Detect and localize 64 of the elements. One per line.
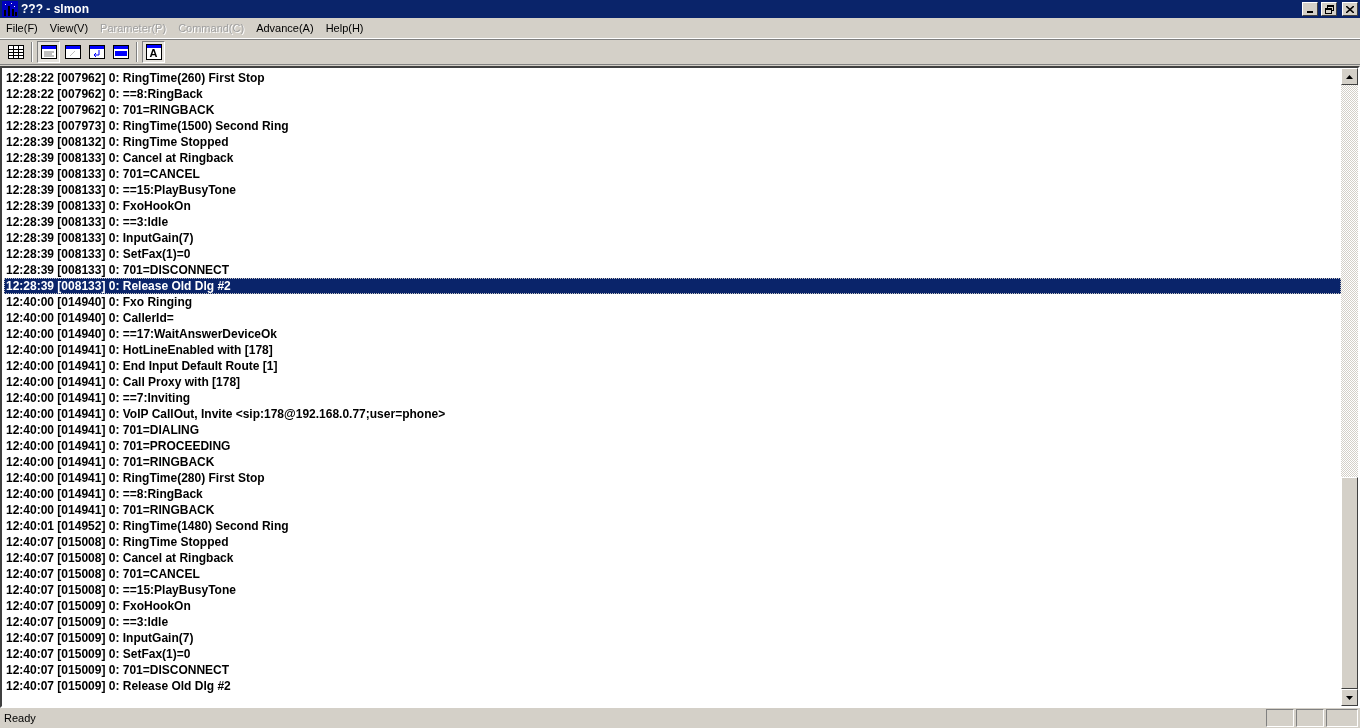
log-line[interactable]: 12:40:00 [014940] 0: Fxo Ringing bbox=[4, 294, 1341, 310]
log-line[interactable]: 12:28:39 [008133] 0: 701=DISCONNECT bbox=[4, 262, 1341, 278]
log-line[interactable]: 12:40:00 [014940] 0: CallerId= bbox=[4, 310, 1341, 326]
log-line[interactable]: 12:40:01 [014952] 0: RingTime(1480) Second Ring bbox=[4, 518, 1341, 534]
window-icon bbox=[64, 45, 81, 59]
log-line[interactable]: 12:28:39 [008133] 0: InputGain(7) bbox=[4, 230, 1341, 246]
log-line[interactable]: 12:40:07 [015009] 0: ==3:Idle bbox=[4, 614, 1341, 630]
log-line[interactable]: 12:40:07 [015009] 0: Release Old Dlg #2 bbox=[4, 678, 1341, 694]
log-line[interactable]: 12:40:07 [015009] 0: SetFax(1)=0 bbox=[4, 646, 1341, 662]
log-line[interactable]: 12:40:00 [014941] 0: HotLineEnabled with [178] bbox=[4, 342, 1341, 358]
log-line[interactable]: 12:28:22 [007962] 0: RingTime(260) First Stop bbox=[4, 70, 1341, 86]
log-line[interactable]: 12:40:07 [015008] 0: RingTime Stopped bbox=[4, 534, 1341, 550]
log-line[interactable]: 12:28:39 [008133] 0: SetFax(1)=0 bbox=[4, 246, 1341, 262]
log-line[interactable]: 12:40:07 [015008] 0: 701=CANCEL bbox=[4, 566, 1341, 582]
log-line[interactable]: 12:40:00 [014941] 0: Call Proxy with [178] bbox=[4, 374, 1341, 390]
status-pane bbox=[1296, 709, 1324, 727]
restore-icon bbox=[1324, 4, 1334, 14]
log-line[interactable]: 12:28:39 [008133] 0: ==3:Idle bbox=[4, 214, 1341, 230]
log-line[interactable]: 12:40:07 [015009] 0: 701=DISCONNECT bbox=[4, 662, 1341, 678]
log-line[interactable]: 12:40:07 [015008] 0: ==15:PlayBusyTone bbox=[4, 582, 1341, 598]
log-line[interactable]: 12:40:00 [014941] 0: 701=RINGBACK bbox=[4, 502, 1341, 518]
app-icon bbox=[2, 1, 18, 17]
log-line[interactable]: 12:28:23 [007973] 0: RingTime(1500) Second Ring bbox=[4, 118, 1341, 134]
log-line[interactable]: 12:28:39 [008133] 0: FxoHookOn bbox=[4, 198, 1341, 214]
log-line[interactable]: 12:40:00 [014941] 0: 701=DIALING bbox=[4, 422, 1341, 438]
close-icon bbox=[1346, 5, 1354, 13]
scrollbar[interactable] bbox=[1341, 68, 1358, 706]
scroll-down-button[interactable] bbox=[1341, 689, 1358, 706]
toolbar-button[interactable] bbox=[37, 41, 60, 63]
restore-button[interactable] bbox=[1321, 2, 1337, 16]
down-arrow-icon bbox=[1346, 695, 1353, 700]
log-line[interactable]: 12:40:00 [014940] 0: ==17:WaitAnswerDeviceOk bbox=[4, 326, 1341, 342]
log-line[interactable]: 12:40:00 [014941] 0: VoIP CallOut, Invite <sip:178@192.168.0.77;user=phone> bbox=[4, 406, 1341, 422]
window-icon bbox=[112, 45, 129, 59]
menu-item[interactable]: Advance(A) bbox=[250, 22, 320, 34]
log-line[interactable]: 12:28:39 [008133] 0: Cancel at Ringback bbox=[4, 150, 1341, 166]
log-line[interactable]: 12:40:00 [014941] 0: ==8:RingBack bbox=[4, 486, 1341, 502]
status-pane bbox=[1266, 709, 1294, 727]
log-line[interactable]: 12:28:39 [008133] 0: 701=CANCEL bbox=[4, 166, 1341, 182]
log-line[interactable]: 12:40:07 [015009] 0: FxoHookOn bbox=[4, 598, 1341, 614]
menu-item[interactable]: View(V) bbox=[43, 22, 95, 34]
menu-item[interactable]: Help(H) bbox=[319, 22, 370, 34]
status-text: Ready bbox=[3, 712, 37, 724]
log-line[interactable]: 12:40:07 [015008] 0: Cancel at Ringback bbox=[4, 550, 1341, 566]
close-button[interactable] bbox=[1342, 2, 1358, 16]
scroll-thumb[interactable] bbox=[1341, 477, 1358, 689]
log-line[interactable]: 12:40:00 [014941] 0: RingTime(280) First Stop bbox=[4, 470, 1341, 486]
log-line[interactable]: 12:28:22 [007962] 0: 701=RINGBACK bbox=[4, 102, 1341, 118]
window-title: ??? - slmon bbox=[21, 2, 90, 16]
log-line[interactable]: 12:40:07 [015009] 0: InputGain(7) bbox=[4, 630, 1341, 646]
menu-item[interactable]: File(F) bbox=[0, 22, 44, 34]
log-line[interactable]: 12:28:39 [008132] 0: RingTime Stopped bbox=[4, 134, 1341, 150]
log-line[interactable]: 12:40:00 [014941] 0: 701=PROCEEDING bbox=[4, 438, 1341, 454]
scroll-up-button[interactable] bbox=[1341, 68, 1358, 85]
up-arrow-icon bbox=[1346, 74, 1353, 79]
log-line[interactable]: 12:40:00 [014941] 0: End Input Default Route [1] bbox=[4, 358, 1341, 374]
log-line[interactable]: 12:28:39 [008133] 0: ==15:PlayBusyTone bbox=[4, 182, 1341, 198]
minimize-button[interactable] bbox=[1302, 2, 1318, 16]
log-line[interactable]: 12:40:00 [014941] 0: ==7:Inviting bbox=[4, 390, 1341, 406]
table-icon bbox=[7, 45, 24, 59]
window-icon bbox=[40, 45, 57, 59]
status-pane bbox=[1326, 709, 1358, 727]
log-line[interactable]: 12:40:00 [014941] 0: 701=RINGBACK bbox=[4, 454, 1341, 470]
log-line[interactable]: 12:28:22 [007962] 0: ==8:RingBack bbox=[4, 86, 1341, 102]
